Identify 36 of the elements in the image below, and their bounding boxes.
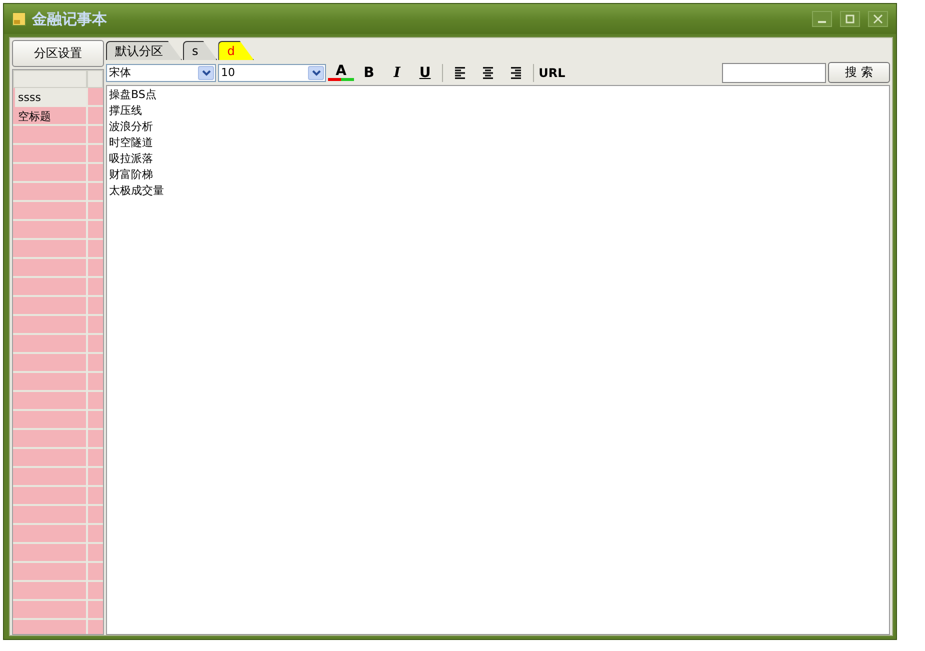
text-editor[interactable]: 操盘BS点 撑压线 波浪分析 时空隧道 吸拉派落 财富阶梯 太极成交量 [106, 85, 890, 635]
underline-button[interactable]: U [412, 62, 438, 82]
editor-line: 撑压线 [109, 103, 143, 119]
search-button[interactable]: 搜 索 [828, 62, 890, 83]
size-dropdown[interactable]: 10 [218, 64, 326, 82]
editor-line: 财富阶梯 [109, 167, 154, 183]
close-icon [873, 14, 883, 24]
font-dropdown[interactable]: 宋体 [106, 64, 216, 82]
chevron-down-icon [312, 70, 320, 76]
editor-line: 操盘BS点 [109, 87, 158, 103]
window-title: 金融记事本 [32, 10, 107, 28]
tab[interactable]: d [218, 41, 254, 60]
search-field[interactable] [722, 62, 826, 82]
settings-button[interactable]: 分区设置 [12, 40, 104, 67]
italic-button[interactable]: I [384, 62, 410, 82]
note-list-item[interactable]: ssss [13, 88, 86, 107]
font-color-button[interactable]: A [328, 64, 354, 81]
minimize-button[interactable] [812, 11, 832, 27]
chevron-down-icon [202, 70, 210, 76]
editor-line: 时空隧道 [109, 135, 154, 151]
align-right-icon [510, 66, 522, 79]
bold-button[interactable]: B [356, 62, 382, 82]
editor-line: 波浪分析 [109, 119, 154, 135]
minimize-icon [818, 21, 826, 23]
notepad-icon [12, 12, 26, 26]
maximize-button[interactable] [840, 11, 860, 27]
maximize-icon [845, 14, 855, 24]
tab[interactable]: s [183, 41, 218, 60]
link-button[interactable]: URL [538, 62, 566, 82]
note-list-item[interactable]: 空标题 [13, 107, 86, 126]
tab[interactable]: 默认分区 [106, 41, 182, 60]
align-center-icon [482, 66, 494, 79]
editor-line: 太极成交量 [109, 183, 165, 199]
editor-line: 吸拉派落 [109, 151, 154, 167]
close-button[interactable] [868, 11, 888, 27]
align-left-icon [454, 66, 466, 79]
